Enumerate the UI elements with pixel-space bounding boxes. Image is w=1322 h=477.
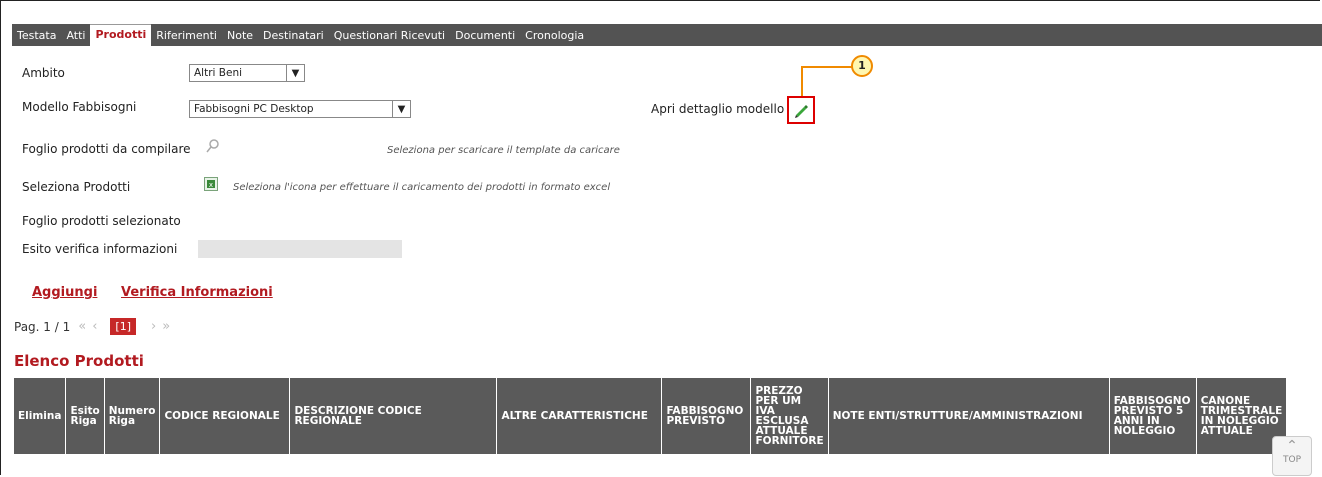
callout-line (801, 66, 803, 96)
col-descrizione: DESCRIZIONE CODICE REGIONALE (289, 378, 498, 454)
modello-value: Fabbisogni PC Desktop (194, 103, 314, 115)
col-prezzo: PREZZO PER UM IVA ESCLUSA ATTUALE FORNIT… (750, 378, 829, 454)
products-table: Elimina Esito Riga Numero Riga CODICE RE… (14, 378, 1288, 454)
tab-bar: Testata Atti Prodotti Riferimenti Note D… (12, 24, 1322, 46)
chevron-down-icon: ▼ (392, 101, 410, 117)
top-label: TOP (1282, 455, 1301, 465)
prev-page-icon[interactable]: ‹ (92, 319, 97, 334)
ambito-select[interactable]: Altri Beni ▼ (189, 64, 305, 82)
tab-documenti[interactable]: Documenti (450, 26, 520, 46)
callout-line (801, 66, 853, 68)
tab-testata[interactable]: Testata (12, 26, 61, 46)
back-to-top-button[interactable]: ⌃ TOP (1272, 436, 1312, 476)
col-esito: Esito Riga (65, 378, 105, 454)
apri-dettaglio-label: Apri dettaglio modello (651, 102, 785, 116)
last-page-icon[interactable]: » (162, 319, 170, 334)
col-codice: CODICE REGIONALE (159, 378, 291, 454)
esito-value-field (198, 240, 402, 258)
modello-select[interactable]: Fabbisogni PC Desktop ▼ (189, 100, 411, 118)
col-note: NOTE ENTI/STRUTTURE/AMMINISTRAZIONI (828, 378, 1110, 454)
seleziona-hint: Seleziona l'icona per effettuare il cari… (233, 182, 611, 193)
ambito-label: Ambito (22, 66, 65, 80)
foglio-label: Foglio prodotti da compilare (22, 142, 191, 156)
modello-label: Modello Fabbisogni (22, 100, 137, 114)
pencil-icon (795, 105, 808, 118)
ambito-value: Altri Beni (194, 67, 243, 79)
foglio-selezionato-label: Foglio prodotti selezionato (22, 214, 181, 228)
edit-model-button[interactable] (787, 96, 815, 124)
next-page-icon[interactable]: › (151, 319, 156, 334)
col-altre: ALTRE CARATTERISTICHE (496, 378, 663, 454)
foglio-hint: Seleziona per scaricare il template da c… (387, 145, 620, 156)
pagination: Pag. 1 / 1 « ‹ [1] › » (14, 318, 173, 335)
esito-label: Esito verifica informazioni (22, 242, 178, 256)
col-fabbisogno: FABBISOGNO PREVISTO (661, 378, 752, 454)
col-elimina: Elimina (14, 378, 67, 454)
svg-text:x: x (209, 181, 213, 189)
chevron-down-icon: ▼ (286, 65, 304, 81)
tab-questionari[interactable]: Questionari Ricevuti (329, 26, 450, 46)
col-fabbisogno-5-anni: FABBISOGNO PREVISTO 5 ANNI IN NOLEGGIO (1109, 378, 1197, 454)
aggiungi-link[interactable]: Aggiungi (32, 285, 97, 300)
callout-marker: 1 (851, 55, 873, 77)
current-page-button[interactable]: [1] (110, 318, 137, 335)
tab-note[interactable]: Note (222, 26, 258, 46)
tab-riferimenti[interactable]: Riferimenti (151, 26, 222, 46)
page-label: Pag. 1 / 1 (14, 319, 71, 334)
seleziona-label: Seleziona Prodotti (22, 180, 131, 194)
chevron-up-icon: ⌃ (1286, 438, 1298, 454)
section-title: Elenco Prodotti (14, 352, 144, 370)
tab-prodotti[interactable]: Prodotti (90, 24, 152, 46)
tab-destinatari[interactable]: Destinatari (258, 26, 329, 46)
verifica-link[interactable]: Verifica Informazioni (121, 285, 273, 300)
tab-atti[interactable]: Atti (61, 26, 90, 46)
first-page-icon[interactable]: « (78, 319, 86, 334)
col-numero: Numero Riga (104, 378, 161, 454)
tab-cronologia[interactable]: Cronologia (520, 26, 589, 46)
excel-icon[interactable]: x (204, 177, 218, 194)
table-header-row: Elimina Esito Riga Numero Riga CODICE RE… (14, 378, 1288, 454)
search-icon[interactable] (205, 138, 221, 157)
